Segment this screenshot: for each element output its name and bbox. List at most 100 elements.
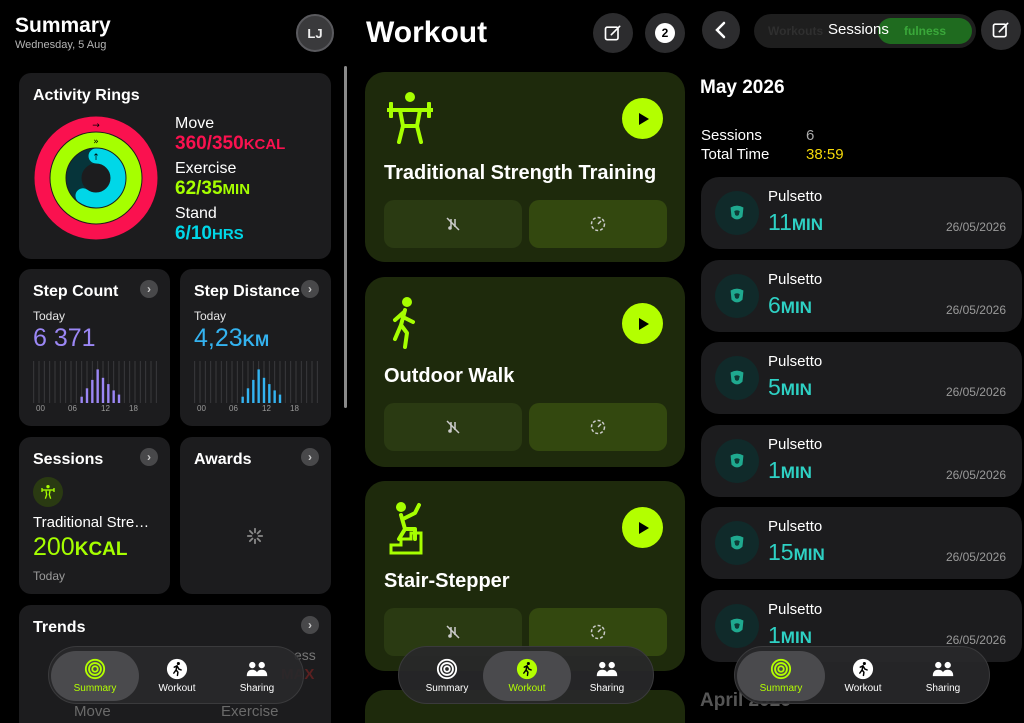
step-count-card[interactable]: Step Count › Today 6 371 00 06 12 18 (19, 269, 170, 426)
scroll-indicator[interactable] (344, 66, 347, 408)
session-card[interactable]: Pulsetto 6MIN 26/05/2026 (701, 259, 1022, 332)
tab-workout[interactable]: Workout (133, 651, 221, 701)
people-icon (932, 661, 954, 677)
card-title: Step Distance (194, 283, 300, 300)
workout-card[interactable]: Outdoor Walk (365, 277, 685, 467)
svg-text:→: → (92, 121, 100, 131)
exercise-label: Exercise (175, 160, 237, 177)
tab-sharing[interactable]: Sharing (899, 651, 987, 701)
step-distance-card[interactable]: Step Distance › Today 4,23KM 00 06 12 18 (180, 269, 331, 426)
play-button[interactable] (622, 98, 663, 139)
timer-button[interactable] (529, 200, 667, 248)
tab-bar: Summary Workout Sharing (398, 646, 654, 704)
card-title: Sessions (33, 451, 104, 468)
workout-card[interactable]: Stair-Stepper (365, 481, 685, 671)
alert-off-button[interactable] (384, 200, 522, 248)
page-title: Summary (15, 14, 111, 37)
timer-icon (590, 216, 606, 232)
page-date: Wednesday, 5 Aug (15, 39, 107, 51)
activity-rings-icon (84, 658, 106, 680)
pulsetto-icon (715, 603, 759, 648)
session-duration: 5MIN (768, 374, 812, 400)
timer-button[interactable] (529, 403, 667, 451)
move-value: 360/350KCAL (175, 133, 286, 154)
session-card[interactable]: Pulsetto 11MIN 26/05/2026 (701, 177, 1022, 249)
tab-workout[interactable]: Workout (483, 651, 571, 701)
session-name: Pulsetto (768, 435, 823, 453)
workout-panel: Workout 2 Traditional Strength Training … (350, 0, 698, 723)
total-time-value: 38:59 (806, 146, 844, 163)
sessions-count: 6 (806, 127, 815, 144)
step-count-histogram (33, 361, 157, 403)
page-title: Sessions (828, 21, 889, 38)
workout-name: Stair-Stepper (384, 570, 510, 592)
running-icon (852, 658, 874, 680)
play-button[interactable] (622, 303, 663, 344)
session-value: 200KCAL (33, 533, 128, 561)
stand-label: Stand (175, 205, 217, 222)
activity-rings: → » ↑ (34, 116, 158, 240)
edit-icon (992, 22, 1009, 38)
step-distance-value: 4,23KM (194, 324, 270, 352)
session-card[interactable]: Pulsetto 1MIN 26/05/2026 (701, 424, 1022, 497)
tab-summary[interactable]: Summary (403, 651, 491, 701)
card-title: Activity Rings (33, 87, 140, 104)
session-name: Pulsetto (768, 518, 823, 535)
chevron-left-icon (715, 21, 726, 39)
tab-summary[interactable]: Summary (51, 651, 139, 701)
timer-icon (590, 624, 606, 640)
card-title: Awards (194, 451, 252, 468)
session-name: Pulsetto (768, 188, 823, 205)
move-label: Move (175, 115, 215, 132)
session-card[interactable]: Pulsetto 15MIN 26/05/2026 (701, 507, 1022, 579)
back-button[interactable] (702, 11, 740, 49)
session-duration: 1MIN (768, 456, 812, 483)
chevron-right-icon[interactable]: › (301, 280, 319, 298)
avatar[interactable]: LJ (296, 14, 334, 52)
edit-button[interactable] (593, 13, 633, 53)
activity-rings-icon (770, 658, 792, 680)
play-icon (638, 521, 649, 534)
chevron-right-icon[interactable]: › (301, 616, 319, 634)
chevron-right-icon[interactable]: › (140, 448, 158, 466)
edit-icon (604, 25, 621, 41)
strength-icon (387, 92, 433, 144)
loading-spinner-icon (246, 527, 264, 545)
running-icon (166, 658, 188, 680)
chevron-right-icon[interactable]: › (140, 280, 158, 298)
count-badge: 2 (655, 23, 675, 43)
workout-name: Outdoor Walk (384, 365, 515, 387)
session-card[interactable]: Pulsetto 5MIN 26/05/2026 (701, 342, 1022, 414)
card-subtitle: Today (33, 569, 66, 583)
card-title: Trends (33, 619, 86, 636)
awards-card[interactable]: Awards › (180, 437, 331, 594)
alert-off-button[interactable] (384, 403, 522, 451)
segment-mindfulness[interactable]: fulness (904, 24, 946, 38)
tab-summary[interactable]: Summary (737, 651, 825, 701)
workout-name: Traditional Strength Training (384, 162, 657, 184)
count-button[interactable]: 2 (645, 13, 685, 53)
exercise-value: 62/35MIN (175, 178, 251, 199)
strength-icon (33, 477, 63, 507)
play-button[interactable] (622, 507, 663, 548)
tab-sharing[interactable]: Sharing (213, 651, 301, 701)
tab-workout[interactable]: Workout (819, 651, 907, 701)
segment-workouts[interactable]: Workouts (768, 24, 823, 38)
stand-value: 6/10HRS (175, 223, 244, 244)
edit-button[interactable] (981, 10, 1021, 50)
running-icon (516, 658, 538, 680)
tab-sharing[interactable]: Sharing (563, 651, 651, 701)
session-date: 26/05/2026 (945, 302, 1006, 317)
activity-rings-card[interactable]: Activity Rings → » ↑ Move 360/350KCAL Ex… (19, 73, 331, 259)
session-duration: 1MIN (768, 621, 812, 648)
workout-card[interactable]: Traditional Strength Training (365, 72, 685, 262)
session-date: 26/05/2026 (945, 550, 1006, 564)
sessions-card[interactable]: Sessions › Traditional Stre… 200KCAL Tod… (19, 437, 170, 594)
sessions-label: Sessions (701, 127, 762, 144)
session-date: 26/05/2026 (945, 385, 1006, 399)
pulsetto-icon (715, 191, 759, 235)
chevron-right-icon[interactable]: › (301, 448, 319, 466)
card-subtitle: Today (33, 309, 66, 323)
session-name: Pulsetto (768, 270, 823, 288)
session-duration: 6MIN (768, 291, 812, 318)
